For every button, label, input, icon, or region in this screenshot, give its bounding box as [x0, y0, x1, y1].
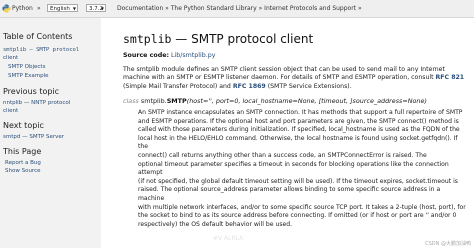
main-content: smtplib — SMTP protocol client Source co… — [101, 18, 474, 248]
toc-heading: Table of Contents — [3, 32, 73, 41]
description-line: (if not specified, the global default ti… — [138, 177, 458, 185]
intro-text-2: (Simple Mail Transfer Protocol) and — [123, 82, 231, 90]
intro-text-1: The smtplib module defines an SMTP clien… — [123, 66, 445, 82]
intro-paragraph: The smtplib module defines an SMTP clien… — [123, 66, 468, 91]
signature-args: (host='', port=0, local_hostname=None, [… — [186, 97, 427, 105]
rfc821-link[interactable]: RFC 821 — [436, 74, 465, 81]
sidebar-item-client[interactable]: client — [3, 55, 18, 61]
description-line: raised. The optional source_address para… — [138, 186, 441, 202]
language-select-value: English — [50, 6, 70, 12]
brand-label[interactable]: Python — [12, 0, 33, 17]
report-bug-link[interactable]: Report a Bug — [5, 160, 41, 166]
chevron-down-icon: ▼ — [72, 6, 76, 11]
language-select[interactable]: English ▼ — [47, 4, 78, 12]
top-navigation-bar: Python » English ▼ 3.7.2 ▼ Documentation… — [0, 0, 474, 18]
source-code-line: Source code: Lib/smtplib.py — [123, 52, 216, 59]
class-description: An SMTP instance encapsulates an SMTP co… — [138, 109, 468, 229]
page-title-module: smtplib — [123, 32, 172, 46]
description-line: local host in the HELO/EHLO command. Oth… — [138, 134, 458, 151]
python-logo-icon[interactable] — [2, 4, 11, 13]
description-line: optional timeout parameter specifies a t… — [138, 160, 449, 177]
show-source-link[interactable]: Show Source — [5, 168, 40, 174]
faint-overlay-text: #V ALRLA — [213, 235, 244, 242]
rfc1869-link[interactable]: RFC 1869 — [233, 83, 266, 90]
sidebar-item-smtplib[interactable]: smtplib — SMTP protocol — [3, 47, 79, 53]
description-line: with multiple network interfaces, and/or… — [138, 203, 466, 211]
description-line: An SMTP instance encapsulates an SMTP co… — [138, 109, 463, 116]
previous-topic-heading: Previous topic — [3, 87, 60, 96]
description-line: called with those parameters during init… — [138, 126, 460, 134]
next-topic-heading: Next topic — [3, 121, 44, 130]
signature-class-keyword: class — [123, 97, 139, 105]
signature-module: smtplib. — [140, 97, 167, 105]
description-line: connect() call returns anything other th… — [138, 151, 427, 159]
intro-text-3: (SMTP Service Extensions). — [267, 82, 352, 90]
sidebar-item-smtp-example[interactable]: SMTP Example — [8, 73, 49, 79]
description-line: and ESMTP operations. If the optional ho… — [138, 117, 459, 125]
previous-topic-link[interactable]: nntplib — NNTP protocol — [3, 100, 70, 106]
description-line: respectively) the OS default behavior wi… — [138, 220, 293, 228]
breadcrumb[interactable]: Documentation » The Python Standard Libr… — [117, 0, 362, 17]
version-select[interactable]: 3.7.2 ▼ — [86, 4, 106, 12]
sidebar-item-smtp-objects[interactable]: SMTP Objects — [8, 64, 45, 70]
breadcrumb-separator: » — [37, 5, 41, 12]
this-page-heading: This Page — [3, 147, 42, 156]
description-line: the socket to bind to as its source addr… — [138, 212, 457, 220]
page-title: smtplib — SMTP protocol client — [123, 32, 313, 46]
signature-name: SMTP — [166, 97, 187, 105]
page-title-text: — SMTP protocol client — [171, 32, 314, 46]
next-topic-link[interactable]: smtpd — SMTP Server — [3, 134, 64, 140]
chevron-down-icon: ▼ — [100, 6, 104, 11]
source-code-link[interactable]: Lib/smtplib.py — [171, 52, 215, 59]
sidebar: Table of Contents smtplib — SMTP protoco… — [0, 18, 101, 248]
watermark: CSDN @大鹏加油鸭 — [425, 241, 471, 247]
class-signature: class smtplib.SMTP(host='', port=0, loca… — [123, 97, 427, 105]
source-code-label: Source code: — [123, 52, 169, 59]
previous-topic-link-client[interactable]: client — [3, 108, 18, 114]
